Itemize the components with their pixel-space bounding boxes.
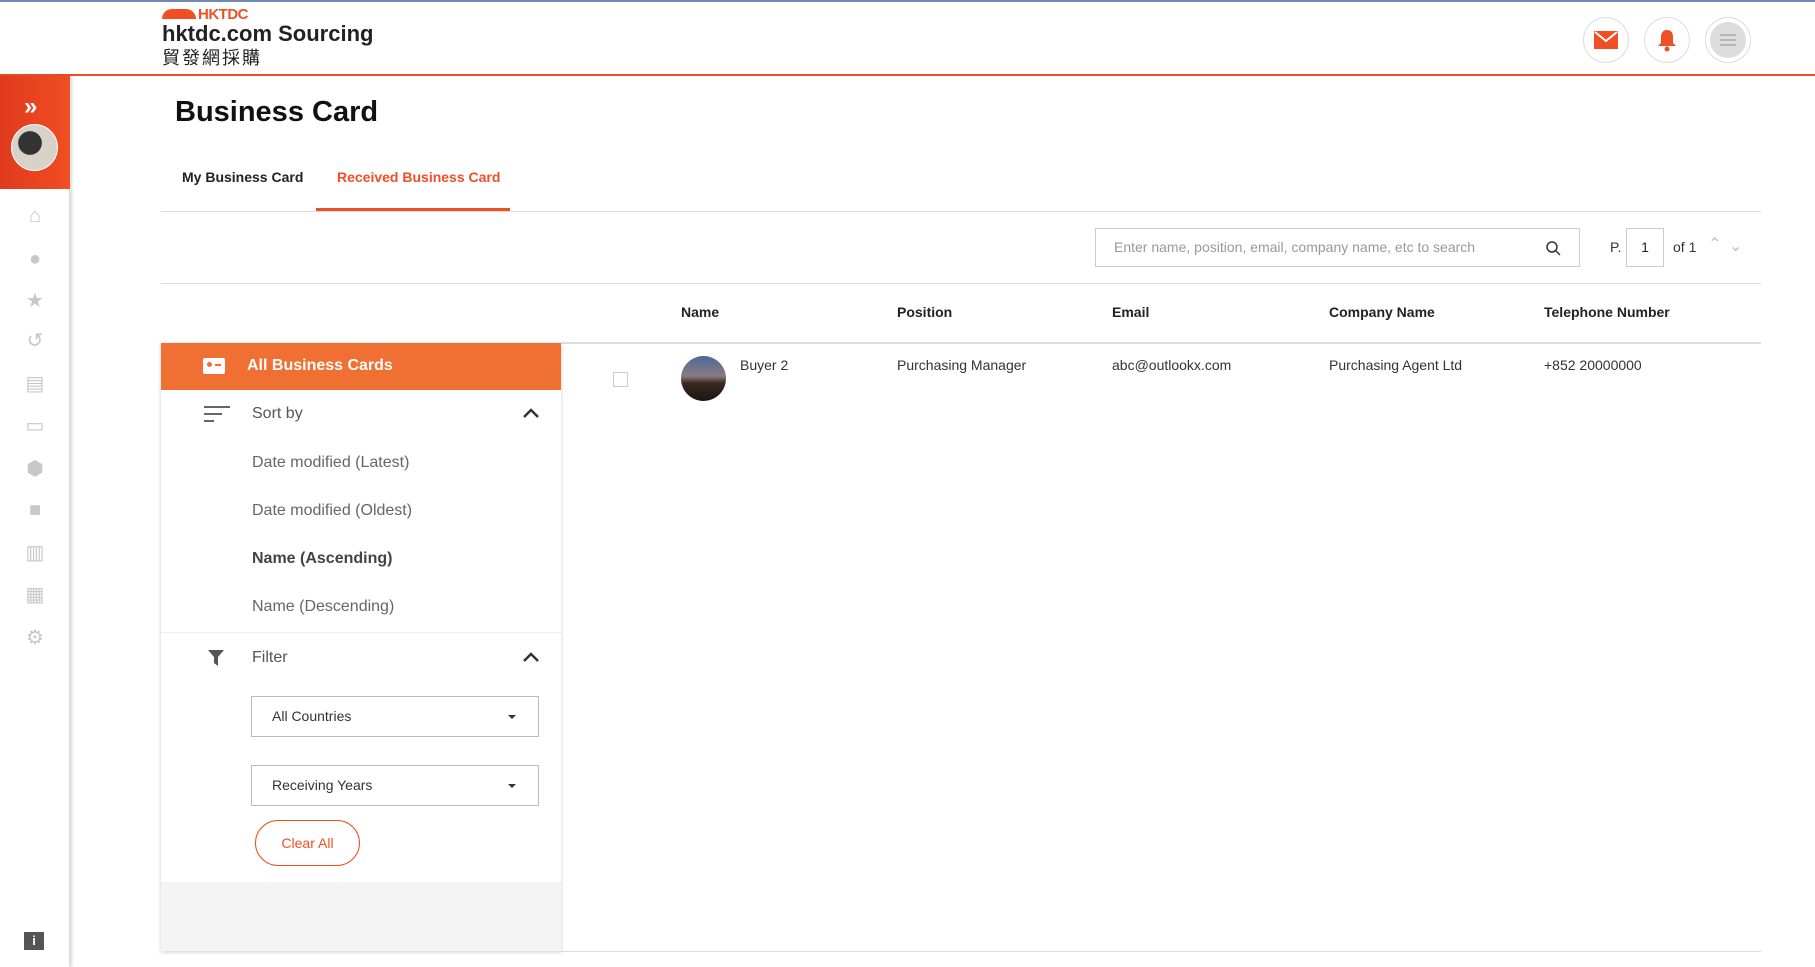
shopping-bag-icon[interactable]: ■ (22, 499, 48, 521)
panel-footer (161, 882, 561, 951)
column-header-telephone: Telephone Number (1544, 304, 1670, 320)
clear-all-button[interactable]: Clear All (255, 820, 360, 866)
search-input[interactable]: Enter name, position, email, company nam… (1095, 228, 1580, 267)
expand-sidebar-icon[interactable]: » (24, 93, 37, 121)
sort-option-date-oldest[interactable]: Date modified (Oldest) (252, 502, 412, 520)
page-number-input[interactable]: 1 (1626, 228, 1664, 267)
row-checkbox[interactable] (613, 372, 628, 387)
chevron-up-icon[interactable] (523, 408, 539, 418)
home-icon[interactable]: ⌂ (22, 205, 48, 227)
sort-option-name-descending[interactable]: Name (Descending) (252, 598, 394, 616)
logo-cn[interactable]: 貿發網採購 (162, 44, 262, 70)
tab-received-business-card[interactable]: Received Business Card (337, 169, 500, 185)
page-prefix: P. (1610, 239, 1622, 255)
top-border (0, 0, 1815, 2)
column-header-email: Email (1112, 304, 1150, 320)
contact-company: Purchasing Agent Ltd (1329, 357, 1463, 373)
search-placeholder: Enter name, position, email, company nam… (1114, 239, 1476, 255)
contact-avatar (681, 356, 726, 401)
contact-email: abc@outlookx.com (1112, 357, 1232, 373)
sort-option-name-ascending[interactable]: Name (Ascending) (252, 550, 392, 568)
business-card-icon[interactable]: ▭ (22, 415, 48, 437)
info-icon[interactable]: i (24, 932, 44, 950)
receiving-years-select[interactable]: Receiving Years (251, 765, 539, 806)
tab-my-business-card[interactable]: My Business Card (182, 169, 303, 185)
all-business-cards-item[interactable]: All Business Cards (161, 343, 561, 390)
table-header-divider (561, 342, 1761, 344)
country-select-value: All Countries (272, 708, 352, 724)
user-settings-icon[interactable]: ⚙ (22, 627, 48, 649)
table-bottom-divider (561, 951, 1761, 952)
left-panel (161, 343, 561, 951)
star-icon[interactable]: ★ (22, 290, 48, 312)
active-tab-indicator (316, 208, 510, 211)
prev-page-icon[interactable]: ⌃ (1708, 234, 1721, 254)
bell-icon (1658, 30, 1676, 52)
tab-divider (161, 211, 1761, 212)
sort-by-label: Sort by (252, 405, 303, 422)
page-total: of 1 (1673, 239, 1697, 255)
sort-option-date-latest[interactable]: Date modified (Latest) (252, 454, 409, 472)
message-icon[interactable]: ▤ (22, 373, 48, 395)
history-icon[interactable]: ↺ (22, 330, 48, 352)
column-header-company: Company Name (1329, 304, 1435, 320)
next-page-icon[interactable]: ⌄ (1729, 236, 1742, 256)
menu-icon (1720, 34, 1736, 46)
sort-icon (204, 406, 230, 422)
avatar[interactable] (11, 124, 58, 171)
caret-down-icon (508, 715, 516, 719)
country-select[interactable]: All Countries (251, 696, 539, 737)
chevron-up-icon[interactable] (523, 652, 539, 662)
briefcase-chart-icon[interactable]: ▦ (22, 584, 48, 606)
page-title: Business Card (175, 96, 379, 128)
checklist-icon[interactable]: ▥ (22, 542, 48, 564)
filter-label: Filter (252, 649, 288, 666)
search-icon[interactable] (1546, 241, 1561, 256)
menu-button[interactable] (1705, 17, 1751, 63)
mail-button[interactable] (1583, 17, 1629, 63)
column-header-position: Position (897, 304, 953, 320)
business-card-icon (203, 358, 225, 374)
mail-icon (1594, 31, 1618, 49)
years-select-value: Receiving Years (272, 777, 373, 793)
contact-phone: +852 20000000 (1544, 357, 1642, 373)
toolbar-divider (161, 283, 1761, 284)
filter-icon (208, 650, 224, 666)
column-header-name: Name (681, 304, 720, 320)
sidebar-profile: » (0, 76, 70, 189)
all-business-cards-label: All Business Cards (247, 357, 393, 374)
panel-divider (161, 632, 561, 633)
product-box-icon[interactable]: ⬢ (22, 458, 48, 480)
notification-button[interactable] (1644, 17, 1690, 63)
contact-name[interactable]: Buyer 2 (740, 357, 788, 373)
user-icon[interactable]: ● (22, 248, 48, 270)
contact-position: Purchasing Manager (897, 357, 1027, 373)
caret-down-icon (508, 784, 516, 788)
